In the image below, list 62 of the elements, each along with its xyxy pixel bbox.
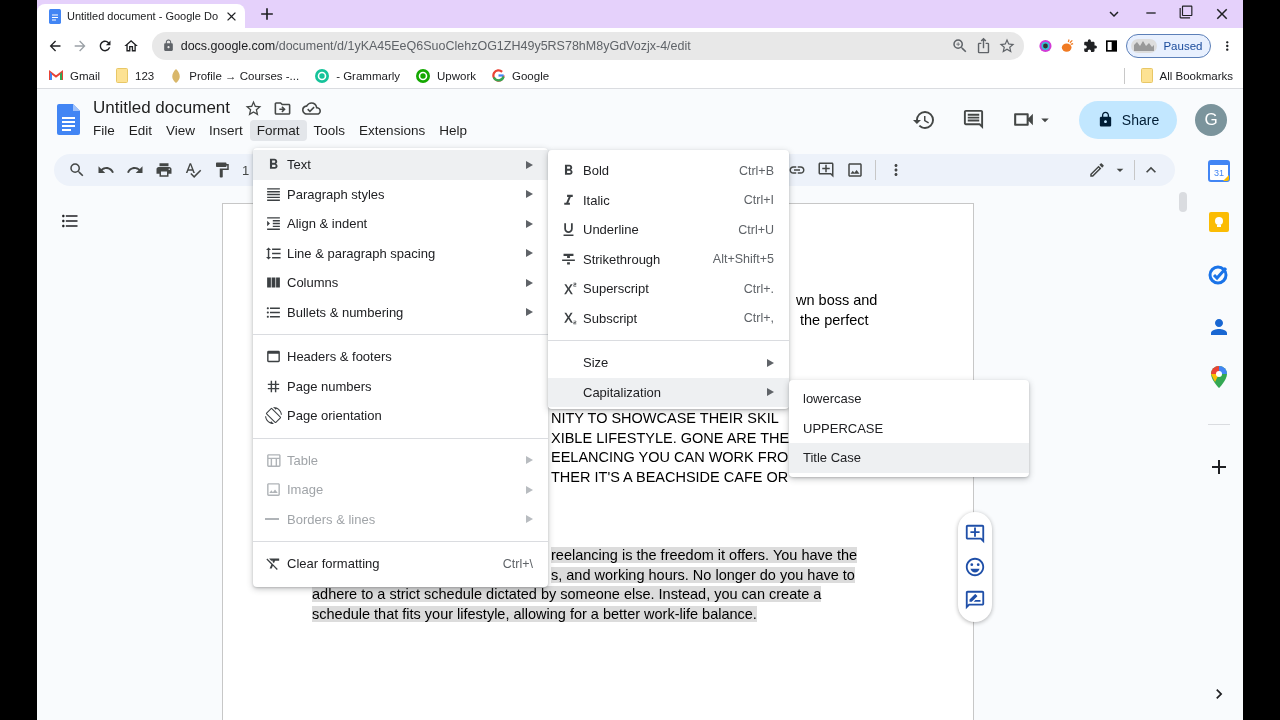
menu-item[interactable]: Bullets & numbering <box>253 297 548 327</box>
browser-tab[interactable]: Untitled document - Google Do <box>37 4 245 28</box>
menu-item[interactable]: Capitalization <box>548 377 789 407</box>
menu-tab[interactable]: Tools <box>306 120 353 141</box>
document-text: XIBLE LIFESTYLE. GONE ARE THE <box>551 429 790 446</box>
menu-item[interactable]: UPPERCASE <box>789 413 1029 443</box>
menu-tab[interactable]: Format <box>249 120 307 141</box>
bookmark[interactable]: Profile → Courses -... <box>170 68 300 83</box>
menu-item[interactable]: Size <box>548 348 789 378</box>
menu-item[interactable]: lowercase <box>789 384 1029 414</box>
document-text: reelancing is the freedom it offers. You have the <box>551 547 858 563</box>
bookmark[interactable]: - Grammarly <box>315 68 401 83</box>
shortcut-text: Alt+Shift+5 <box>712 252 774 267</box>
document-text: adhere to a strict schedule dictated by someone else. Instead, you can create a <box>312 586 822 602</box>
shortcut-text: Ctrl+U <box>738 222 774 237</box>
document-text: wn boss and <box>796 292 878 308</box>
menu-tab[interactable]: Extensions <box>352 120 433 141</box>
document-text: s, and working hours. No longer do you have to <box>551 566 855 583</box>
menu-tab[interactable]: File <box>86 120 122 141</box>
menu-tab[interactable]: Insert <box>202 120 250 141</box>
menu-item[interactable]: Text <box>253 150 548 180</box>
bookmark[interactable]: All Bookmarks <box>1140 68 1233 83</box>
menu-item[interactable]: Line & paragraph spacing <box>253 238 548 268</box>
menu-item[interactable]: Headers & footers <box>253 342 548 372</box>
menu-item[interactable]: Align & indent <box>253 209 548 239</box>
menu-item[interactable]: Italic Ctrl+I <box>548 185 789 215</box>
shortcut-text: Ctrl+B <box>738 163 774 178</box>
shortcut-text: Ctrl+I <box>743 193 774 208</box>
document-text: the perfect <box>800 311 869 328</box>
menu-item[interactable]: Paragraph styles <box>253 179 548 209</box>
menu-tab[interactable]: View <box>159 120 203 141</box>
zoom-text[interactable]: 1 <box>242 162 250 178</box>
share-button[interactable]: Share <box>1079 100 1177 139</box>
menu-item[interactable]: Strikethrough Alt+Shift+5 <box>548 244 789 274</box>
menu-tab[interactable]: Help <box>432 120 474 141</box>
document-text: EELANCING YOU CAN WORK FRO <box>551 449 789 465</box>
document-text: schedule that fits your lifestyle, allowing for a better work-life balance. <box>312 605 757 622</box>
calendar-icon[interactable]: 31 <box>1208 160 1230 182</box>
url-text: docs.google.com/document/d/1yKA45EeQ6SuoClehzOG1ZH49y5RS78hM8yGdVozjx-4/edit <box>180 38 692 53</box>
profile-button[interactable]: Paused <box>1126 33 1212 58</box>
menu-item[interactable]: Underline Ctrl+U <box>548 215 789 245</box>
bookmark[interactable]: 123 <box>116 68 155 83</box>
document-title[interactable]: Untitled document <box>93 98 231 118</box>
menu-item[interactable]: Superscript Ctrl+. <box>548 274 789 304</box>
menu-item[interactable]: Title Case <box>789 443 1029 473</box>
shortcut-text: Ctrl+. <box>743 281 774 296</box>
menu-tab[interactable]: Edit <box>121 120 160 141</box>
menu-item[interactable]: Bold Ctrl+B <box>548 156 789 186</box>
menu-item[interactable]: Page numbers <box>253 371 548 401</box>
menu-item[interactable]: Page orientation <box>253 401 548 431</box>
document-text: NITY TO SHOWCASE THEIR SKIL <box>551 410 779 426</box>
shortcut-text: Ctrl+, <box>743 311 774 326</box>
document-text: THER IT'S A BEACHSIDE CAFE OR <box>551 468 789 485</box>
bookmark[interactable]: Gmail <box>49 69 101 82</box>
bookmark[interactable]: Upwork <box>416 68 476 83</box>
menu-item[interactable]: Columns <box>253 268 548 298</box>
shortcut-text: Ctrl+\ <box>502 556 533 571</box>
menu-item[interactable]: Subscript Ctrl+, <box>548 303 789 333</box>
bookmark[interactable]: Google <box>492 69 550 82</box>
menu-item[interactable]: Clear formatting Ctrl+\ <box>253 549 548 579</box>
address-bar[interactable]: docs.google.com/document/d/1yKA45EeQ6SuoClehzOG1ZH49y5RS78hM8yGdVozjx-4/edit <box>151 31 1024 60</box>
tab-title: Untitled document - Google Do <box>67 10 218 22</box>
